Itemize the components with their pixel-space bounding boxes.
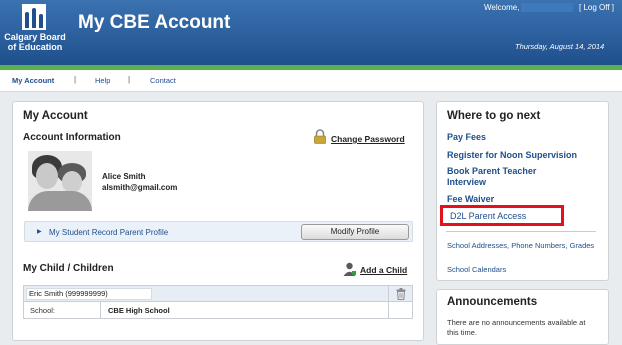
page-title: My CBE Account: [78, 12, 231, 33]
children-heading: My Child / Children: [23, 263, 114, 274]
child-school-row: School: CBE High School: [24, 302, 412, 318]
add-person-icon: [343, 262, 356, 276]
my-account-title: My Account: [23, 110, 88, 122]
nav-my-account[interactable]: My Account: [12, 76, 54, 85]
redacted-username: [521, 3, 573, 12]
expand-arrow-icon[interactable]: ▶: [37, 228, 42, 235]
announcements-text: There are no announcements available at …: [447, 318, 586, 337]
school-calendars-link[interactable]: School Calendars: [447, 265, 506, 275]
school-value: CBE High School: [108, 306, 170, 315]
trash-icon: [396, 288, 406, 300]
fee-waiver-link[interactable]: Fee Waiver: [447, 194, 494, 205]
app-header: Calgary Board of Education My CBE Accoun…: [0, 0, 622, 66]
announcements-title: Announcements: [447, 296, 538, 308]
nav-separator: |: [74, 75, 77, 84]
modify-profile-button[interactable]: Modify Profile: [301, 224, 409, 240]
change-password-link[interactable]: Change Password: [331, 134, 405, 144]
top-nav: My Account | Help | Contact: [0, 70, 622, 92]
welcome-text: Welcome,: [484, 3, 520, 12]
parent-profile-link[interactable]: My Student Record Parent Profile: [49, 228, 168, 237]
delete-child-button[interactable]: [388, 286, 412, 302]
logoff-link[interactable]: [ Log Off ]: [579, 3, 614, 12]
where-to-go-title: Where to go next: [447, 110, 541, 122]
noon-supervision-link[interactable]: Register for Noon Supervision: [447, 150, 577, 161]
book-interview-link[interactable]: Book Parent Teacher Interview: [447, 166, 577, 188]
d2l-parent-access-link[interactable]: D2L Parent Access: [450, 211, 526, 221]
current-date: Thursday, August 14, 2014: [515, 42, 605, 51]
nav-contact[interactable]: Contact: [150, 76, 176, 85]
child-header-row: Eric Smith (999999999): [24, 286, 412, 302]
where-divider: [446, 231, 596, 232]
cbe-logo[interactable]: Calgary Board of Education: [4, 4, 66, 62]
add-child-link[interactable]: Add a Child: [360, 265, 407, 275]
school-addresses-link[interactable]: School Addresses, Phone Numbers, Grades: [447, 241, 602, 251]
logo-emblem-icon: [22, 4, 46, 30]
pay-fees-link[interactable]: Pay Fees: [447, 132, 486, 143]
where-to-go-card: [436, 101, 609, 281]
d2l-highlight-box: D2L Parent Access: [440, 205, 564, 226]
lock-icon: [314, 129, 326, 144]
nav-separator: |: [128, 75, 131, 84]
nav-help[interactable]: Help: [95, 76, 110, 85]
account-information-heading: Account Information: [23, 132, 121, 143]
child-name: Eric Smith (999999999): [26, 288, 152, 300]
account-name: Alice Smith: [102, 172, 146, 181]
account-email: alsmith@gmail.com: [102, 183, 178, 192]
logo-text: Calgary Board of Education: [4, 32, 66, 52]
school-label: School:: [30, 306, 56, 315]
child-table: Eric Smith (999999999) School: CBE High …: [23, 285, 413, 319]
account-photo: [28, 151, 92, 211]
parent-profile-bar: ▶ My Student Record Parent Profile Modif…: [24, 221, 413, 242]
